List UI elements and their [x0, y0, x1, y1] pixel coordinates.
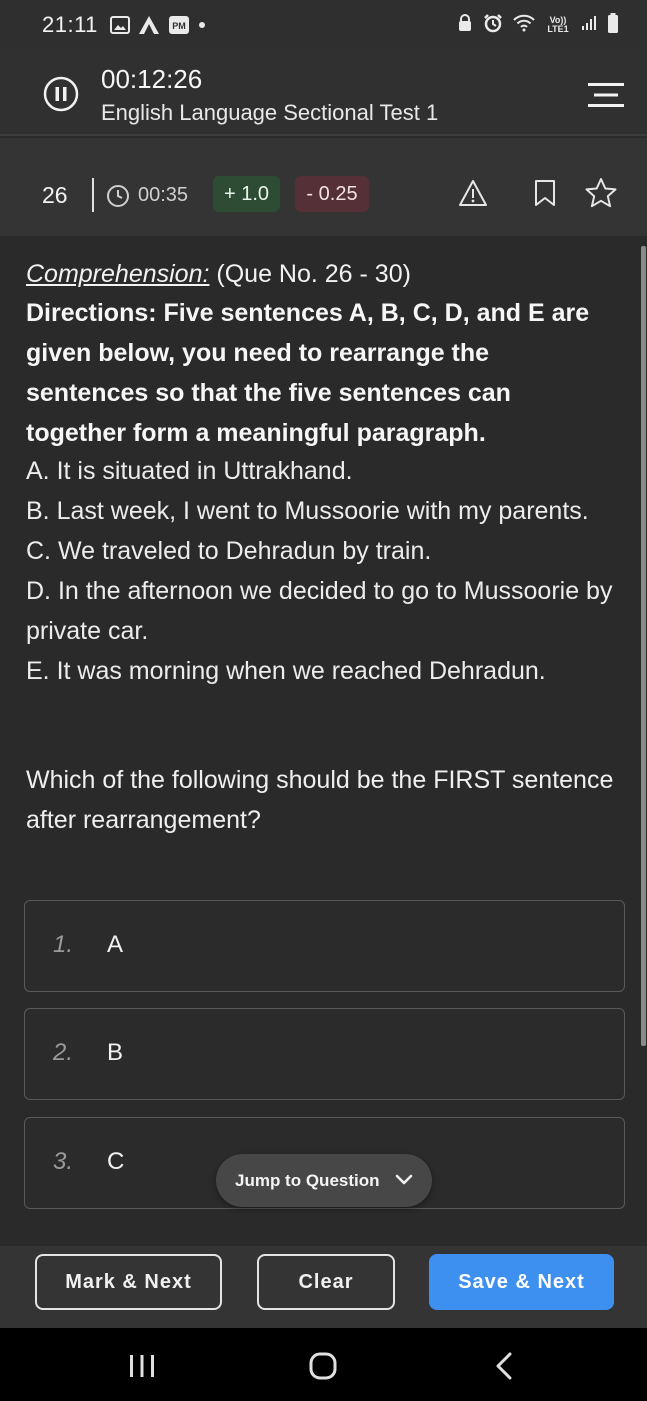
clock-icon [106, 184, 130, 213]
comprehension-label: Comprehension: [26, 260, 210, 288]
pause-icon [43, 76, 79, 112]
sentence-e: E. It was morning when we reached Dehrad… [26, 657, 546, 685]
back-icon [496, 1352, 512, 1380]
option-text: A [107, 931, 124, 958]
comprehension-range: (Que No. 26 - 30) [216, 260, 411, 288]
question-number: 26 [42, 182, 68, 208]
option-number: 2. [53, 1039, 74, 1066]
sentence-a: A. It is situated in Uttrakhand. [26, 457, 353, 485]
test-header: 00:12:26 English Language Sectional Test… [0, 50, 647, 136]
pause-button[interactable] [43, 76, 79, 112]
status-time: 21:11 [42, 12, 98, 37]
divider [92, 178, 94, 212]
save-and-next-button[interactable]: Save & Next [429, 1254, 614, 1310]
battery-icon [607, 12, 619, 38]
recent-apps-icon [130, 1355, 154, 1377]
home-icon [309, 1352, 337, 1380]
directions-text: Directions: Five sentences A, B, C, D, a… [26, 299, 590, 447]
option-text: C [107, 1148, 125, 1175]
jump-to-question-button[interactable]: Jump to Question [216, 1154, 432, 1207]
question-time-spent: 00:35 [138, 184, 189, 206]
positive-marks-badge: + 1.0 [213, 176, 280, 212]
option-text: B [107, 1039, 124, 1066]
action-bar: Mark & Next Clear Save & Next [0, 1246, 647, 1328]
report-issue-button[interactable] [458, 178, 488, 213]
test-title: English Language Sectional Test 1 [101, 100, 439, 125]
option-1[interactable]: 1. A [24, 900, 625, 992]
clear-button[interactable]: Clear [257, 1254, 395, 1310]
hamburger-menu-icon [588, 83, 624, 107]
wifi-icon [513, 14, 535, 37]
test-timer: 00:12:26 [101, 64, 203, 94]
mark-and-next-button[interactable]: Mark & Next [35, 1254, 222, 1310]
sentence-b: B. Last week, I went to Mussoorie with m… [26, 497, 589, 525]
negative-marks-badge: - 0.25 [295, 176, 369, 212]
gallery-notification-icon [109, 16, 130, 34]
recent-apps-button[interactable] [128, 1355, 156, 1382]
dot-icon [198, 21, 206, 29]
status-bar: 21:11 PM Vo)) LTE1 [0, 0, 647, 50]
option-2[interactable]: 2. B [24, 1008, 625, 1100]
system-nav-bar [0, 1328, 647, 1401]
bookmark-button[interactable] [534, 179, 556, 212]
status-right-icons: Vo)) LTE1 [457, 12, 619, 38]
question-info-bar: 26 00:35 + 1.0 - 0.25 [0, 138, 647, 236]
favorite-button[interactable] [584, 177, 618, 214]
bookmark-icon [535, 180, 555, 206]
menu-button[interactable] [588, 82, 624, 108]
back-button[interactable] [495, 1352, 513, 1385]
option-number: 3. [53, 1148, 74, 1175]
lock-icon [457, 13, 473, 37]
sentence-d: D. In the afternoon we decided to go to … [26, 577, 613, 645]
sentence-c: C. We traveled to Dehradun by train. [26, 537, 432, 565]
star-icon [585, 178, 617, 208]
pm-badge-text: PM [172, 21, 186, 31]
chevron-down-icon [395, 1173, 413, 1191]
network-type-label: Vo)) LTE1 [547, 15, 569, 34]
home-button[interactable] [309, 1352, 337, 1385]
signal-icon [581, 15, 597, 36]
warning-triangle-icon [459, 180, 487, 206]
sentence-list: A. It is situated in Uttrakhand. B. Last… [26, 451, 616, 691]
comprehension-heading: Comprehension: (Que No. 26 - 30) [26, 260, 411, 289]
jump-to-question-label: Jump to Question [235, 1170, 380, 1190]
option-number: 1. [53, 931, 74, 958]
app-a-notification-icon [138, 15, 160, 35]
scrollbar[interactable] [641, 246, 646, 1046]
question-prompt: Which of the following should be the FIR… [26, 766, 614, 834]
pm-notification-icon: PM [168, 15, 190, 35]
alarm-icon [483, 13, 503, 38]
